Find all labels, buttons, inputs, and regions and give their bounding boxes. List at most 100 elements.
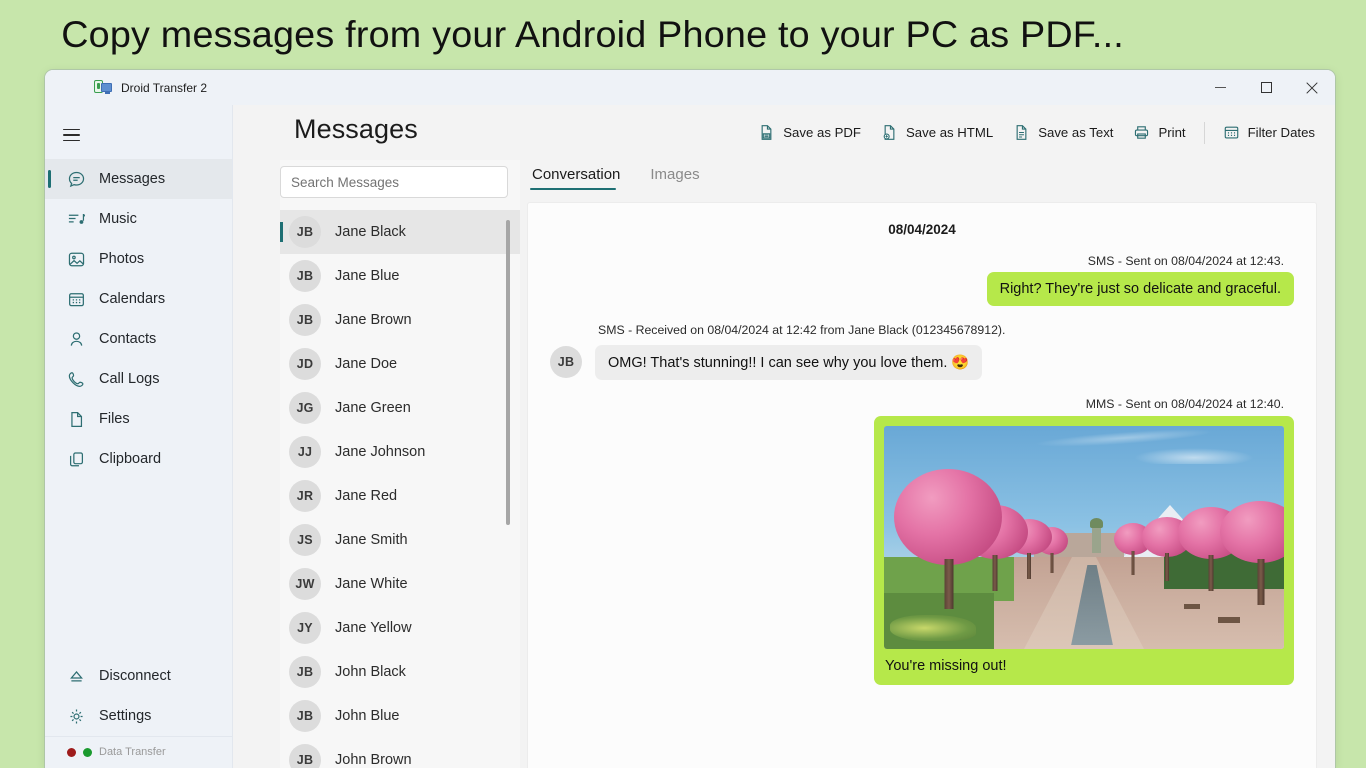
cherry-blossom-garden-photo[interactable] bbox=[884, 426, 1284, 649]
avatar: JB bbox=[289, 260, 321, 292]
list-item[interactable]: JY Jane Yellow bbox=[280, 606, 520, 650]
avatar: JB bbox=[289, 216, 321, 248]
message-bubble[interactable]: OMG! That's stunning!! I can see why you… bbox=[595, 345, 983, 380]
minimize-button[interactable] bbox=[1197, 70, 1243, 105]
toolbar-divider bbox=[1203, 121, 1205, 144]
sidebar-item-music[interactable]: Music bbox=[45, 199, 232, 239]
avatar: JJ bbox=[289, 436, 321, 468]
list-item[interactable]: JR Jane Red bbox=[280, 474, 520, 518]
sidebar-item-label: Contacts bbox=[99, 331, 157, 347]
print-button[interactable]: Print bbox=[1123, 119, 1195, 146]
sidebar-item-disconnect[interactable]: Disconnect bbox=[45, 656, 232, 696]
tab-conversation[interactable]: Conversation bbox=[530, 160, 632, 192]
maximize-button[interactable] bbox=[1243, 70, 1289, 105]
avatar: JR bbox=[289, 480, 321, 512]
contacts-list[interactable]: JB Jane Black JB Jane Blue JB Jane Brown… bbox=[280, 210, 520, 768]
status-badge: Data Transfer bbox=[45, 736, 232, 768]
list-item[interactable]: JJ Jane Johnson bbox=[280, 430, 520, 474]
contacts-scrollbar[interactable] bbox=[506, 220, 510, 525]
gear-icon bbox=[67, 707, 86, 726]
list-item[interactable]: JB Jane Black bbox=[280, 210, 520, 254]
window-controls bbox=[1197, 70, 1335, 105]
tab-label: Images bbox=[650, 166, 700, 183]
save-as-text-button[interactable]: Save as Text bbox=[1003, 119, 1123, 146]
sidebar-item-calendars[interactable]: Calendars bbox=[45, 279, 232, 319]
list-item[interactable]: JG Jane Green bbox=[280, 386, 520, 430]
message-bubble[interactable]: Right? They're just so delicate and grac… bbox=[986, 272, 1294, 306]
list-item[interactable]: JB John Blue bbox=[280, 694, 520, 738]
toolbar-label: Save as PDF bbox=[783, 125, 861, 140]
sidebar-item-label: Files bbox=[99, 411, 130, 427]
toolbar: Save as PDF Save as HTML Save as Text Pr… bbox=[748, 119, 1325, 146]
avatar: JW bbox=[289, 568, 321, 600]
toolbar-label: Save as HTML bbox=[905, 125, 994, 140]
save-text-icon bbox=[1013, 124, 1030, 141]
music-list-icon bbox=[67, 210, 86, 229]
contact-name: Jane Brown bbox=[335, 312, 412, 328]
search-input[interactable] bbox=[280, 166, 508, 198]
printer-icon bbox=[1133, 124, 1150, 141]
contacts-panel: JB Jane Black JB Jane Blue JB Jane Brown… bbox=[280, 160, 520, 768]
date-separator: 08/04/2024 bbox=[888, 222, 956, 237]
search-wrap bbox=[280, 160, 520, 198]
contact-name: Jane White bbox=[335, 576, 408, 592]
sidebar-item-clipboard[interactable]: Clipboard bbox=[45, 439, 232, 479]
app-title: Droid Transfer 2 bbox=[121, 80, 208, 95]
avatar: JB bbox=[289, 744, 321, 768]
contact-name: Jane Johnson bbox=[335, 444, 426, 460]
filter-dates-button[interactable]: Filter Dates bbox=[1213, 119, 1325, 146]
sidebar-item-contacts[interactable]: Contacts bbox=[45, 319, 232, 359]
avatar: JB bbox=[550, 346, 582, 378]
contact-name: Jane Blue bbox=[335, 268, 400, 284]
sidebar-bottom: Disconnect Settings Data Transfer bbox=[45, 656, 232, 768]
promo-banner-text: Copy messages from your Android Phone to… bbox=[61, 14, 1124, 55]
list-item[interactable]: JB Jane Brown bbox=[280, 298, 520, 342]
hamburger-icon[interactable] bbox=[63, 122, 89, 148]
toolbar-label: Print bbox=[1158, 125, 1186, 140]
message-meta: SMS - Received on 08/04/2024 at 12:42 fr… bbox=[598, 323, 1006, 337]
list-item[interactable]: JB John Black bbox=[280, 650, 520, 694]
contact-name: John Black bbox=[335, 664, 406, 680]
page-header: Messages Save as PDF Save as HTML Save a… bbox=[233, 105, 1335, 160]
close-button[interactable] bbox=[1289, 70, 1335, 105]
sidebar-item-call-logs[interactable]: Call Logs bbox=[45, 359, 232, 399]
list-item[interactable]: JB Jane Blue bbox=[280, 254, 520, 298]
tab-label: Conversation bbox=[532, 166, 621, 183]
message-outgoing: SMS - Sent on 08/04/2024 at 12:43. Right… bbox=[550, 254, 1294, 306]
sidebar-item-label: Music bbox=[99, 211, 137, 227]
window-titlebar: Droid Transfer 2 bbox=[45, 70, 1335, 105]
list-item[interactable]: JB John Brown bbox=[280, 738, 520, 768]
list-item[interactable]: JD Jane Doe bbox=[280, 342, 520, 386]
tab-images[interactable]: Images bbox=[648, 160, 711, 192]
sidebar-item-messages[interactable]: Messages bbox=[45, 159, 232, 199]
avatar: JG bbox=[289, 392, 321, 424]
eject-icon bbox=[67, 667, 86, 686]
page-title: Messages bbox=[294, 114, 418, 144]
sidebar-item-files[interactable]: Files bbox=[45, 399, 232, 439]
save-as-pdf-button[interactable]: Save as PDF bbox=[748, 119, 871, 146]
sidebar-nav: Messages Music Photos Calendars Contacts… bbox=[45, 159, 232, 479]
promo-banner: Copy messages from your Android Phone to… bbox=[0, 0, 1366, 70]
app-window: Droid Transfer 2 Messages Music Photos C… bbox=[45, 70, 1335, 768]
contact-name: Jane Smith bbox=[335, 532, 408, 548]
avatar: JB bbox=[289, 700, 321, 732]
sidebar-item-photos[interactable]: Photos bbox=[45, 239, 232, 279]
sidebar-item-settings[interactable]: Settings bbox=[45, 696, 232, 736]
list-item[interactable]: JS Jane Smith bbox=[280, 518, 520, 562]
sidebar: Messages Music Photos Calendars Contacts… bbox=[45, 105, 233, 768]
list-item[interactable]: JW Jane White bbox=[280, 562, 520, 606]
message-incoming: SMS - Received on 08/04/2024 at 12:42 fr… bbox=[550, 323, 1294, 380]
sidebar-item-label: Photos bbox=[99, 251, 145, 267]
calendar-filter-icon bbox=[1223, 124, 1240, 141]
calendar-icon bbox=[67, 290, 86, 309]
clipboard-copy-icon bbox=[67, 450, 86, 469]
message-bubble-mms[interactable]: You're missing out! bbox=[874, 416, 1294, 685]
conversation-tabs: Conversation Images bbox=[520, 160, 1317, 202]
save-pdf-icon bbox=[758, 124, 775, 141]
toolbar-label: Save as Text bbox=[1038, 125, 1114, 140]
save-as-html-button[interactable]: Save as HTML bbox=[871, 119, 1003, 146]
sidebar-item-label: Messages bbox=[99, 171, 166, 187]
message-thread[interactable]: 08/04/2024 SMS - Sent on 08/04/2024 at 1… bbox=[527, 202, 1317, 768]
status-label: Data Transfer bbox=[99, 746, 166, 758]
photo-icon bbox=[67, 250, 86, 269]
